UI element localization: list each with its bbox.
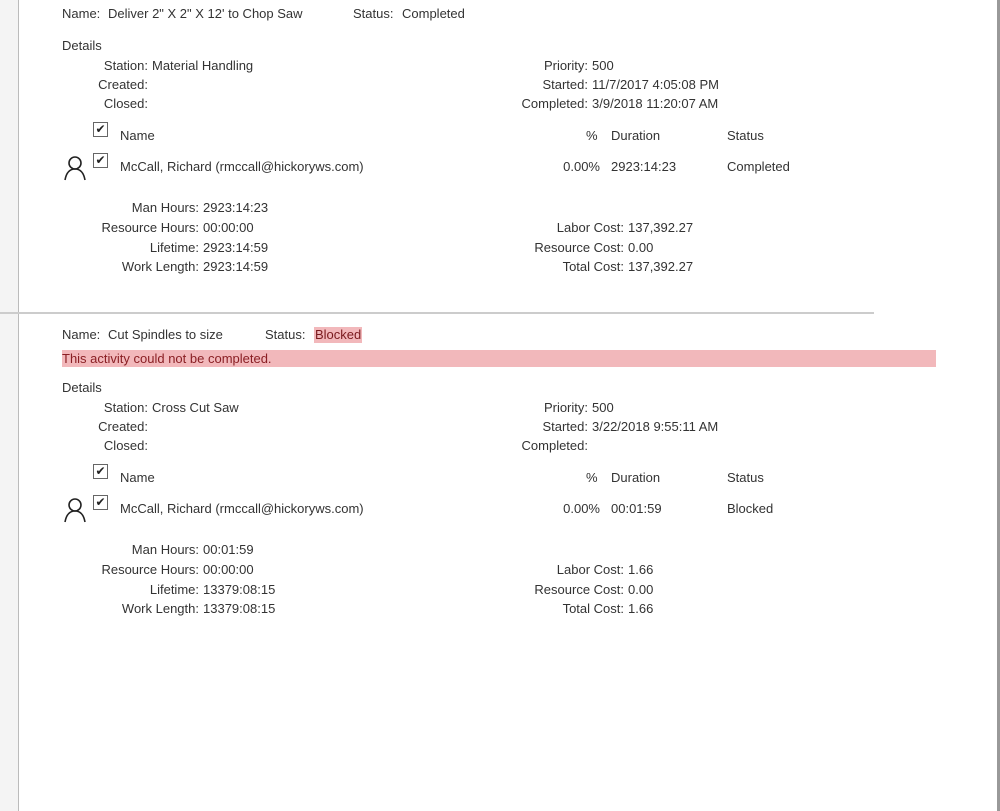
resource-duration: 2923:14:23 — [611, 159, 677, 174]
resource-status: Completed — [727, 159, 790, 174]
man-hours-value: 00:01:59 — [203, 542, 254, 557]
column-header-status: Status — [727, 128, 764, 143]
priority-label: Priority: — [543, 58, 588, 73]
station-label: Station: — [103, 58, 148, 73]
work-length-value: 13379:08:15 — [203, 601, 276, 616]
started-value: 3/22/2018 9:55:11 AM — [592, 419, 719, 434]
select-all-checkbox[interactable]: ✔ — [93, 122, 108, 137]
priority-value: 500 — [592, 400, 614, 415]
priority-value: 500 — [592, 58, 614, 73]
activity-status-label: Status: — [353, 6, 394, 21]
column-header-name: Name — [120, 128, 155, 143]
details-heading: Details — [62, 380, 102, 395]
closed-label: Closed: — [103, 96, 148, 111]
started-label: Started: — [542, 419, 588, 434]
activity-alert: This activity could not be completed. — [62, 350, 936, 367]
priority-label: Priority: — [543, 400, 588, 415]
completed-label: Completed: — [521, 438, 588, 453]
activity-name-label: Name: — [62, 6, 101, 21]
resource-hours-value: 00:00:00 — [203, 220, 254, 235]
person-icon — [64, 498, 86, 523]
column-header-name: Name — [120, 470, 155, 485]
man-hours-value: 2923:14:23 — [203, 200, 269, 215]
total-cost-label: Total Cost: — [562, 601, 624, 616]
work-length-label: Work Length: — [121, 259, 199, 274]
resource-cost-label: Resource Cost: — [534, 240, 624, 255]
person-icon — [64, 156, 86, 181]
resource-cost-value: 0.00 — [628, 582, 654, 597]
total-cost-value: 137,392.27 — [628, 259, 694, 274]
closed-label: Closed: — [103, 438, 148, 453]
window-left-edge — [0, 0, 19, 811]
labor-cost-label: Labor Cost: — [556, 220, 624, 235]
total-cost-label: Total Cost: — [562, 259, 624, 274]
station-label: Station: — [103, 400, 148, 415]
resource-cost-label: Resource Cost: — [534, 582, 624, 597]
lifetime-value: 2923:14:59 — [203, 240, 269, 255]
activity-name: Deliver 2" X 2" X 12' to Chop Saw — [108, 6, 303, 21]
created-label: Created: — [98, 419, 148, 434]
column-header-percent: % — [586, 470, 598, 485]
activity-status: Completed — [402, 6, 465, 21]
activity-status: Blocked — [314, 327, 363, 343]
select-all-checkbox[interactable]: ✔ — [93, 464, 108, 479]
resource-name[interactable]: McCall, Richard (rmccall@hickoryws.com) — [120, 501, 364, 517]
activity-status-label: Status: — [265, 327, 306, 342]
started-value: 11/7/2017 4:05:08 PM — [592, 77, 719, 92]
man-hours-label: Man Hours: — [131, 542, 199, 557]
lifetime-value: 13379:08:15 — [203, 582, 276, 597]
lifetime-label: Lifetime: — [149, 582, 199, 597]
resource-checkbox[interactable]: ✔ — [93, 153, 108, 168]
resource-checkbox[interactable]: ✔ — [93, 495, 108, 510]
work-length-value: 2923:14:59 — [203, 259, 269, 274]
resource-status: Blocked — [727, 501, 774, 516]
column-header-duration: Duration — [611, 128, 661, 143]
station-value: Cross Cut Saw — [152, 400, 239, 415]
activity-name-label: Name: — [62, 327, 101, 342]
labor-cost-label: Labor Cost: — [556, 562, 624, 577]
section-divider — [0, 312, 874, 314]
completed-value: 3/9/2018 11:20:07 AM — [592, 96, 719, 111]
resource-percent: 0.00% — [563, 159, 600, 174]
column-header-status: Status — [727, 470, 764, 485]
labor-cost-value: 137,392.27 — [628, 220, 694, 235]
column-header-percent: % — [586, 128, 598, 143]
started-label: Started: — [542, 77, 588, 92]
resource-name[interactable]: McCall, Richard (rmccall@hickoryws.com) — [120, 159, 364, 175]
man-hours-label: Man Hours: — [131, 200, 199, 215]
completed-label: Completed: — [521, 96, 588, 111]
total-cost-value: 1.66 — [628, 601, 654, 616]
resource-hours-label: Resource Hours: — [101, 220, 199, 235]
resource-hours-value: 00:00:00 — [203, 562, 254, 577]
details-heading: Details — [62, 38, 102, 53]
resource-percent: 0.00% — [563, 501, 600, 516]
labor-cost-value: 1.66 — [628, 562, 654, 577]
resource-cost-value: 0.00 — [628, 240, 654, 255]
resource-duration: 00:01:59 — [611, 501, 662, 516]
created-label: Created: — [98, 77, 148, 92]
station-value: Material Handling — [152, 58, 254, 73]
column-header-duration: Duration — [611, 470, 661, 485]
work-length-label: Work Length: — [121, 601, 199, 616]
activity-name: Cut Spindles to size — [108, 327, 223, 342]
resource-hours-label: Resource Hours: — [101, 562, 199, 577]
lifetime-label: Lifetime: — [149, 240, 199, 255]
